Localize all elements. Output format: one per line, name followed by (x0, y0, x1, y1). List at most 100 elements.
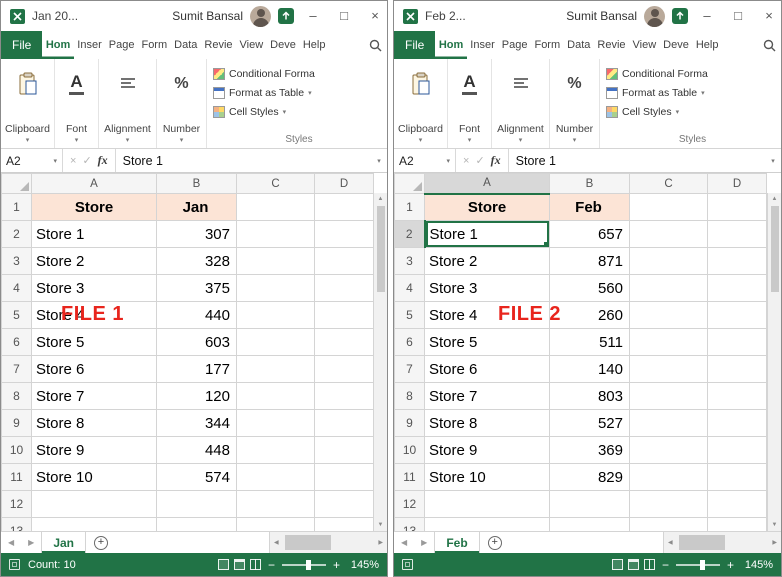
row-header[interactable]: 10 (394, 436, 425, 464)
cell-store[interactable]: Store 3 (424, 274, 550, 302)
row-header[interactable]: 6 (394, 328, 425, 356)
name-box[interactable]: A2 ▾ (394, 149, 456, 172)
row-header[interactable]: 4 (394, 274, 425, 302)
ribbon-tab[interactable]: Page (498, 31, 531, 59)
alignment-group[interactable]: Alignment ▾ (99, 59, 157, 148)
ribbon-display-options-icon[interactable] (278, 8, 294, 24)
avatar[interactable] (250, 5, 271, 27)
font-group[interactable]: A Font ▾ (55, 59, 99, 148)
cell-styles-button[interactable]: Cell Styles ▾ (213, 102, 385, 121)
cell-store[interactable]: Store 5 (424, 328, 550, 356)
cell-store[interactable]: Store 7 (424, 382, 550, 410)
avatar[interactable] (644, 5, 665, 27)
cell-value[interactable] (549, 517, 630, 531)
cell-value[interactable]: 260 (549, 301, 630, 329)
cell-empty[interactable] (314, 517, 374, 531)
select-all-button[interactable] (394, 173, 425, 194)
cell-store[interactable]: Store 8 (31, 409, 157, 437)
cell-empty[interactable] (707, 409, 767, 437)
ribbon-tab[interactable]: View (629, 31, 660, 59)
row-header[interactable]: 12 (1, 490, 32, 518)
cell-empty[interactable] (314, 328, 374, 356)
row-header[interactable]: 1 (394, 193, 425, 221)
cell-store[interactable]: Store 10 (31, 463, 157, 491)
ribbon-tab[interactable]: Hom (42, 31, 73, 59)
cell-store[interactable]: Store 7 (31, 382, 157, 410)
cell-empty[interactable] (707, 463, 767, 491)
row-header[interactable]: 9 (394, 409, 425, 437)
sheet-tab[interactable]: Jan (41, 532, 86, 553)
row-header[interactable]: 13 (394, 517, 425, 531)
chevron-down-icon[interactable]: ▾ (53, 157, 57, 165)
cell-empty[interactable] (707, 382, 767, 410)
ribbon-tab[interactable]: Deve (267, 31, 300, 59)
cell-store[interactable]: Store 10 (424, 463, 550, 491)
ribbon-tab[interactable]: Revie (201, 31, 236, 59)
cell-empty[interactable] (707, 274, 767, 302)
cell-store[interactable]: Store 8 (424, 409, 550, 437)
ribbon-tab[interactable]: Page (105, 31, 138, 59)
cell-empty[interactable] (707, 490, 767, 518)
cell-value[interactable]: 177 (156, 355, 237, 383)
cell-value[interactable] (156, 490, 237, 518)
ribbon-tab[interactable]: Form (138, 31, 171, 59)
row-header[interactable]: 5 (394, 301, 425, 329)
zoom-in-button[interactable]: + (725, 558, 736, 572)
cell-empty[interactable] (629, 328, 708, 356)
page-layout-view-icon[interactable] (627, 559, 639, 570)
cell-empty[interactable] (629, 193, 708, 221)
column-header-a[interactable]: A (31, 173, 157, 194)
cell-store[interactable]: Store 6 (424, 355, 550, 383)
horizontal-scrollbar[interactable]: ◀ ▶ (269, 532, 387, 553)
formula-bar-value[interactable]: Store 1 (509, 149, 765, 172)
column-header-c[interactable]: C (236, 173, 315, 194)
cell-value[interactable]: 344 (156, 409, 237, 437)
cell-empty[interactable] (314, 382, 374, 410)
cell-empty[interactable] (629, 517, 708, 531)
column-header-c[interactable]: C (629, 173, 708, 194)
cell-empty[interactable] (236, 274, 315, 302)
chevron-down-icon[interactable]: ▾ (446, 157, 450, 165)
cell-empty[interactable] (236, 247, 315, 275)
clipboard-group[interactable]: Clipboard ▾ (394, 59, 448, 148)
row-header[interactable]: 3 (1, 247, 32, 275)
cell-empty[interactable] (314, 490, 374, 518)
page-break-view-icon[interactable] (643, 559, 655, 570)
cell-store[interactable]: Store 3 (31, 274, 157, 302)
cell-store[interactable] (31, 517, 157, 531)
account-name[interactable]: Sumit Bansal (566, 9, 637, 23)
conditional-formatting-button[interactable]: Conditional Forma (606, 64, 779, 83)
sheet-tab[interactable]: Feb (434, 532, 480, 553)
macro-record-icon[interactable] (9, 559, 20, 570)
cell-value[interactable]: 369 (549, 436, 630, 464)
ribbon-tab[interactable]: Inser (74, 31, 105, 59)
cell-empty[interactable] (629, 247, 708, 275)
minimize-button[interactable]: – (695, 1, 719, 31)
zoom-out-button[interactable]: − (660, 558, 671, 572)
maximize-button[interactable]: □ (726, 1, 750, 31)
cell-value[interactable]: 803 (549, 382, 630, 410)
account-name[interactable]: Sumit Bansal (172, 9, 243, 23)
cell-store[interactable]: Store 9 (31, 436, 157, 464)
enter-icon[interactable]: ✓ (475, 154, 484, 167)
insert-function-icon[interactable]: fx (491, 153, 501, 168)
row-header[interactable]: 2 (1, 220, 32, 248)
cell-empty[interactable] (236, 436, 315, 464)
row-header[interactable]: 9 (1, 409, 32, 437)
row-header[interactable]: 11 (1, 463, 32, 491)
cell-empty[interactable] (707, 220, 767, 248)
row-header[interactable]: 7 (1, 355, 32, 383)
cell-value[interactable]: 527 (549, 409, 630, 437)
cell-empty[interactable] (629, 274, 708, 302)
cancel-icon[interactable]: × (463, 155, 469, 167)
horizontal-scrollbar[interactable]: ◀ ▶ (663, 532, 781, 553)
cell-empty[interactable] (629, 436, 708, 464)
ribbon-tab[interactable]: Form (531, 31, 564, 59)
row-header[interactable]: 8 (394, 382, 425, 410)
ribbon-tab[interactable]: Help (299, 31, 329, 59)
page-layout-view-icon[interactable] (233, 559, 245, 570)
row-header[interactable]: 13 (1, 517, 32, 531)
vertical-scrollbar[interactable]: ▲ ▼ (373, 193, 387, 531)
cell-empty[interactable] (236, 517, 315, 531)
cell-value[interactable]: 448 (156, 436, 237, 464)
